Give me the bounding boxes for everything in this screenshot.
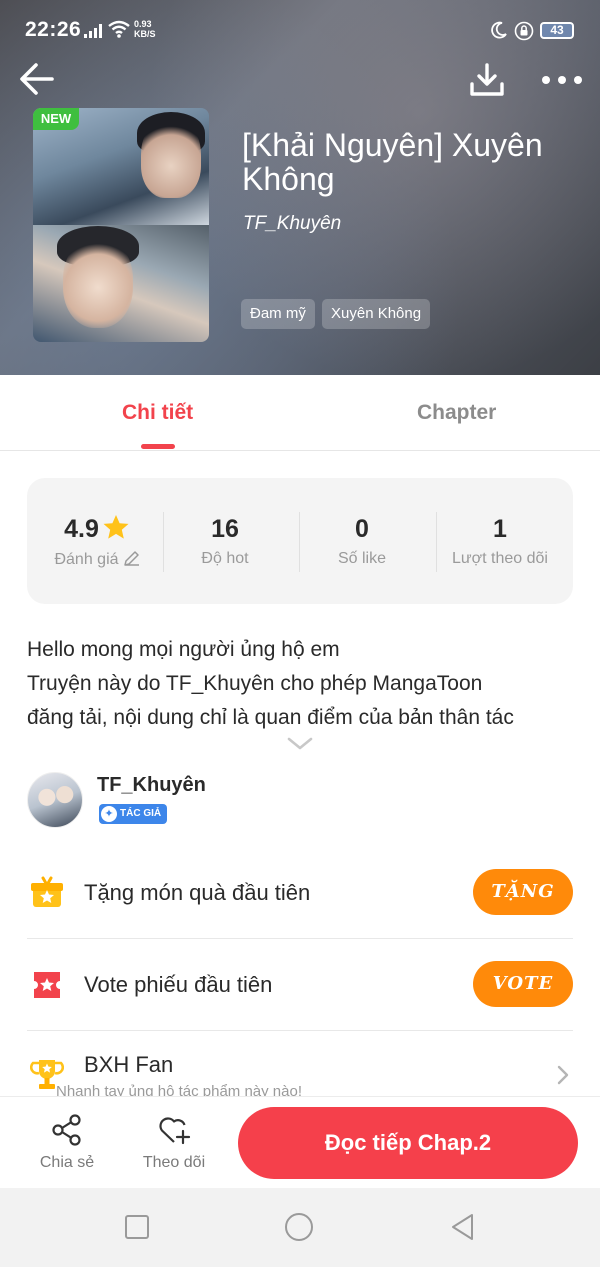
author-avatar[interactable]	[27, 772, 83, 828]
battery-indicator: 43	[540, 22, 574, 39]
manga-author[interactable]: TF_Khuyên	[243, 213, 341, 235]
continue-reading-button[interactable]: Đọc tiếp Chap.2	[238, 1107, 578, 1179]
back-nav-icon[interactable]	[448, 1212, 478, 1242]
stat-follow: 1 Lượt theo dõi	[432, 514, 568, 568]
description-line: Truyện này do TF_Khuyên cho phép MangaTo…	[27, 672, 483, 695]
fan-ranking-label: BXH Fan	[84, 1052, 174, 1077]
chevron-down-icon[interactable]	[287, 736, 313, 752]
tab-active-indicator	[141, 444, 175, 449]
tab-chapter[interactable]: Chapter	[417, 401, 496, 425]
system-nav-bar	[0, 1188, 600, 1267]
wifi-icon	[108, 20, 130, 38]
signal-icon	[84, 24, 102, 38]
download-icon[interactable]	[468, 62, 506, 98]
home-icon[interactable]	[284, 1212, 314, 1242]
description-line: đăng tải, nội dung chỉ là quan điểm của …	[27, 706, 514, 729]
author-badge-icon: ✦	[101, 806, 117, 822]
gift-button[interactable]: TẶNG	[473, 869, 573, 915]
author-row-name[interactable]: TF_Khuyên	[97, 774, 206, 797]
vote-button[interactable]: VOTE	[473, 961, 573, 1007]
vote-label: Vote phiếu đầu tiên	[84, 972, 273, 997]
chevron-right-icon[interactable]	[556, 1065, 570, 1085]
tab-details[interactable]: Chi tiết	[122, 401, 193, 425]
moon-icon	[491, 21, 507, 39]
stat-rating[interactable]: 4.9 Đánh giá	[29, 514, 165, 569]
follow-label: Lượt theo dõi	[452, 550, 548, 567]
gift-label: Tặng món quà đầu tiên	[84, 880, 311, 905]
rotation-lock-icon	[514, 21, 534, 41]
status-time: 22:26	[25, 18, 82, 41]
pencil-icon[interactable]	[123, 550, 140, 567]
fan-ranking-subtitle: Nhanh tay ủng hộ tác phẩm này nào!	[56, 1083, 303, 1096]
star-icon	[103, 515, 129, 539]
author-badge: ✦ TÁC GIẢ	[99, 804, 168, 824]
share-button[interactable]: Chia sẻ	[27, 1113, 107, 1172]
rating-value: 4.9	[64, 515, 99, 543]
manga-header: 22:26 0.93 KB/S 43 NEW [Khải Nguyên] Xuy…	[0, 0, 600, 375]
manga-title: [Khải Nguyên] Xuyên Không	[242, 127, 543, 197]
recent-apps-icon[interactable]	[122, 1212, 152, 1242]
author-badge-label: TÁC GIẢ	[120, 808, 162, 819]
description-line: Hello mong mọi người ủng hộ em	[27, 638, 340, 661]
stat-hot: 16 Độ hot	[157, 514, 293, 568]
tab-bar: Chi tiết Chapter	[0, 375, 600, 451]
cover-image[interactable]	[33, 108, 209, 342]
like-value: 0	[355, 515, 369, 543]
hot-label: Độ hot	[201, 550, 249, 567]
follow-label: Theo dõi	[142, 1154, 206, 1171]
follow-button[interactable]: Theo dõi	[134, 1113, 214, 1172]
ticket-icon	[34, 972, 60, 998]
new-badge: NEW	[33, 108, 79, 130]
gift-row: Tặng món quà đầu tiên TẶNG	[27, 847, 573, 939]
heart-plus-icon	[159, 1117, 191, 1145]
net-speed: 0.93 KB/S	[134, 19, 156, 39]
gift-icon	[31, 876, 63, 907]
status-bar: 22:26 0.93 KB/S 43	[0, 0, 600, 60]
manga-description[interactable]: Hello mong mọi người ủng hộ em Truyện nà…	[27, 633, 577, 735]
like-label: Số like	[337, 550, 387, 567]
stats-panel: 4.9 Đánh giá 16 Độ hot 0 Số like 1 Lượt …	[27, 478, 573, 604]
tag-dam-my[interactable]: Đam mỹ	[241, 299, 315, 329]
share-icon	[52, 1114, 81, 1146]
tag-xuyen-khong[interactable]: Xuyên Không	[322, 299, 431, 329]
hot-value: 16	[211, 515, 239, 543]
back-arrow-icon[interactable]	[18, 60, 56, 98]
vote-row: Vote phiếu đầu tiên VOTE	[27, 939, 573, 1031]
rating-label: Đánh giá	[54, 551, 119, 568]
follow-value: 1	[493, 515, 507, 543]
bottom-action-bar: Chia sẻ Theo dõi Đọc tiếp Chap.2	[0, 1096, 600, 1188]
share-label: Chia sẻ	[39, 1154, 95, 1171]
more-options-icon[interactable]	[540, 66, 584, 94]
stat-like: 0 Số like	[294, 514, 430, 568]
